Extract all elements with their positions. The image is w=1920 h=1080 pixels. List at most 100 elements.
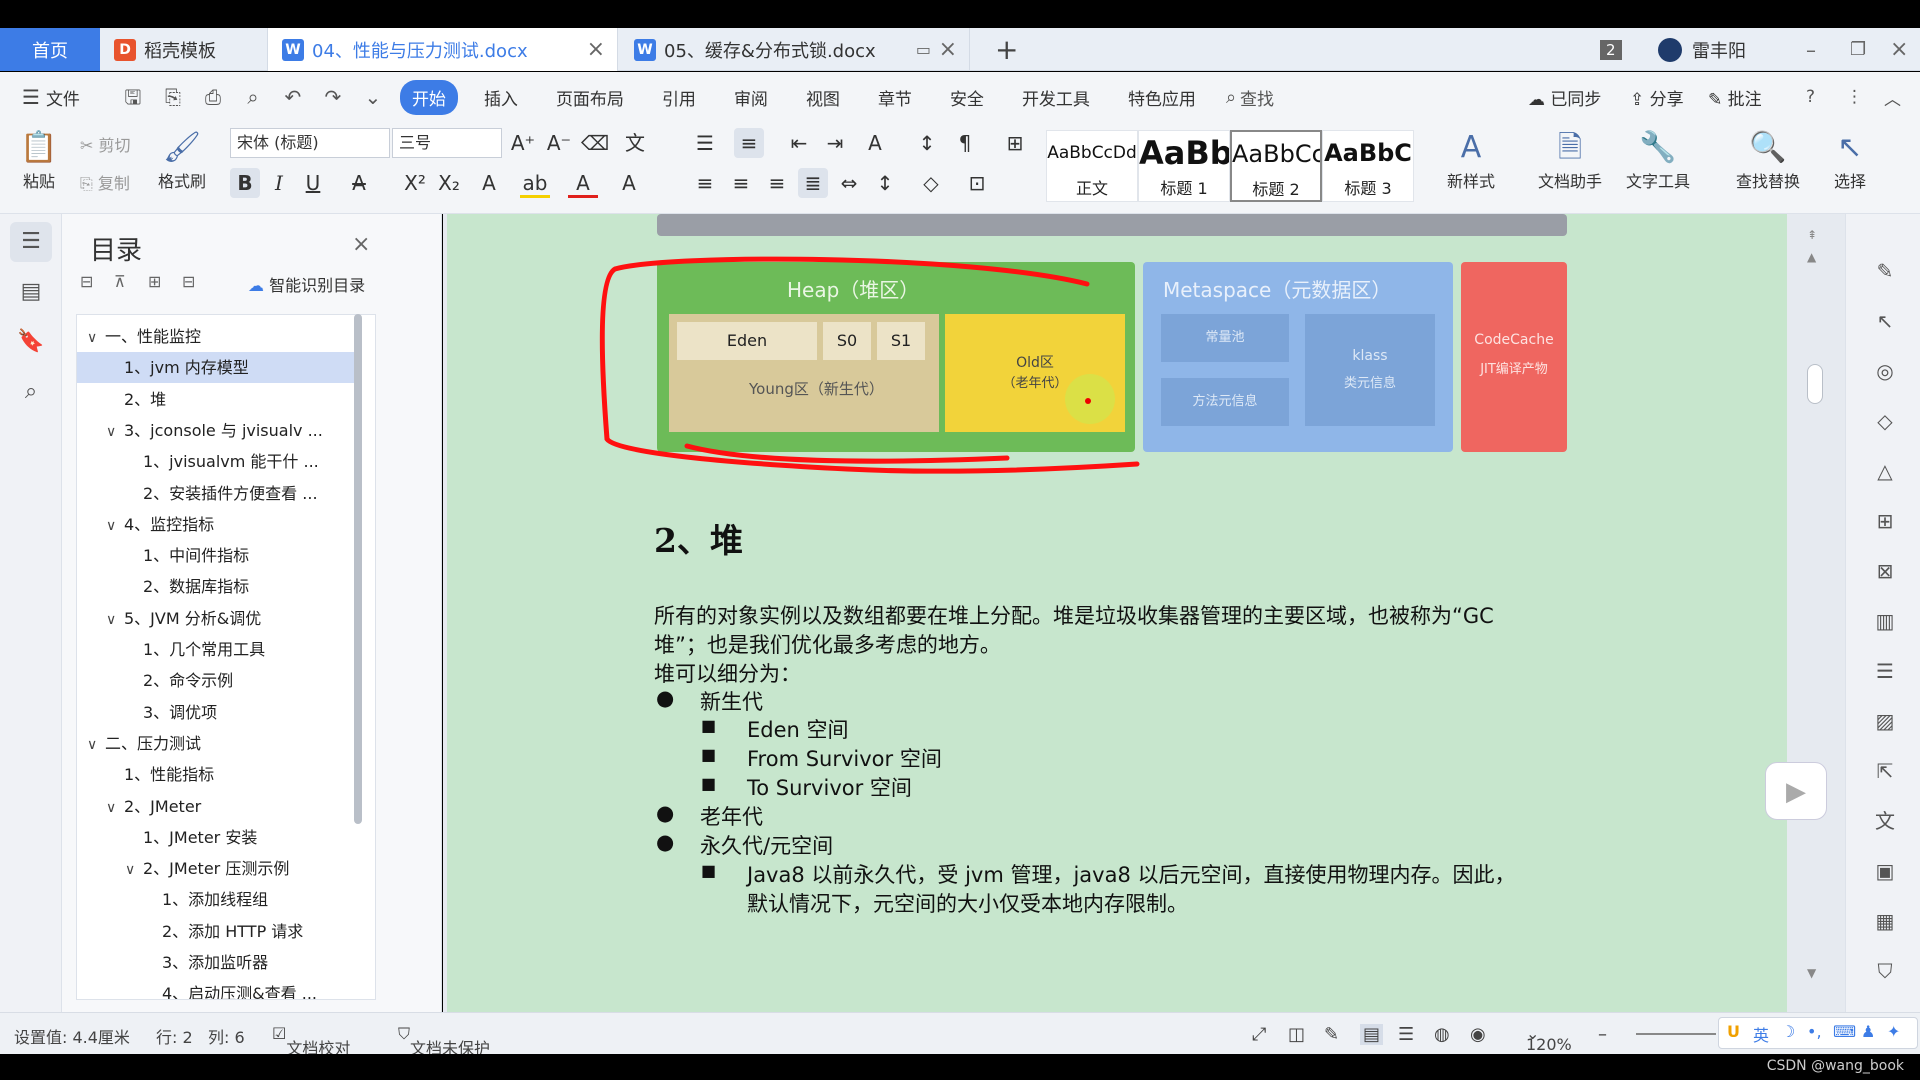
toc-item[interactable]: ∨ 一、性能监控 — [77, 321, 361, 352]
toc-item[interactable]: ∨ 5、JVM 分析&调优 — [77, 603, 361, 634]
picture-icon[interactable]: ▦ — [1868, 904, 1902, 938]
apps-icon[interactable]: ⊠ — [1868, 554, 1902, 588]
share-icon[interactable]: ⇱ — [1868, 754, 1902, 788]
decrease-indent-icon[interactable]: ⇤ — [784, 128, 814, 158]
shrink-font-icon[interactable]: A⁻ — [544, 128, 574, 158]
scroll-up-icon[interactable]: ▲ — [1807, 250, 1816, 264]
shield-icon[interactable]: ⛉ — [1868, 954, 1902, 988]
chevron-down-icon[interactable]: ∨ — [125, 855, 143, 884]
doc-assistant-button[interactable]: 🗎 文档助手 — [1530, 128, 1610, 192]
hamburger-icon[interactable]: ☰ — [22, 85, 40, 109]
font-size-select[interactable]: 三号 — [392, 128, 502, 158]
window-count-badge[interactable]: 2 — [1600, 28, 1622, 71]
outline-view-icon[interactable]: ☰ — [1398, 1024, 1414, 1045]
chevron-down-icon[interactable]: ∨ — [106, 417, 124, 446]
pen-icon[interactable]: ✎ — [1868, 254, 1902, 288]
zoom-slider[interactable] — [1636, 1033, 1716, 1035]
edit-mode-icon[interactable]: ✎ — [1324, 1024, 1339, 1045]
save-icon[interactable]: 🖫 — [120, 84, 146, 110]
monitor-icon[interactable]: ▭ — [916, 40, 931, 59]
menu-review[interactable]: 审阅 — [722, 80, 780, 115]
bookmark-icon[interactable]: 🔖 — [10, 322, 52, 362]
toc-panel-icon[interactable]: ☰ — [10, 222, 52, 262]
align-left-icon[interactable]: ≡ — [690, 168, 720, 198]
find-in-doc-icon[interactable]: ⌕ — [10, 372, 52, 412]
toc-item[interactable]: 3、调优项 — [77, 697, 361, 728]
share-button[interactable]: ⇪ 分享 — [1630, 85, 1684, 110]
underline-icon[interactable]: U — [298, 168, 328, 198]
text-tools-button[interactable]: 🔧 文字工具 — [1618, 128, 1698, 192]
clear-format-icon[interactable]: ⌫ — [580, 128, 610, 158]
menu-chapter[interactable]: 章节 — [866, 80, 924, 115]
customize-icon[interactable]: ⌄ — [360, 84, 386, 110]
toc-item[interactable]: ∨ 二、压力测试 — [77, 728, 361, 759]
expand-up-icon[interactable]: ⊼ — [114, 272, 126, 291]
font-name-select[interactable]: 宋体 (标题) — [230, 128, 390, 158]
cut-button[interactable]: ✂ 剪切 — [80, 132, 131, 156]
menu-home[interactable]: 开始 — [399, 79, 458, 115]
settings-sliders-icon[interactable]: ☰ — [1868, 654, 1902, 688]
tab-home[interactable]: 首页 — [0, 28, 100, 71]
menu-features[interactable]: 特色应用 — [1116, 80, 1208, 115]
toc-item[interactable]: 1、添加线程组 — [77, 884, 361, 915]
style-heading-2[interactable]: AaBbCc 标题 2 — [1230, 130, 1322, 202]
style-heading-3[interactable]: AaBbC 标题 3 — [1322, 130, 1414, 202]
italic-icon[interactable]: I — [264, 168, 294, 198]
increase-indent-icon[interactable]: ⇥ — [820, 128, 850, 158]
line-spacing-icon[interactable]: ↕ — [870, 168, 900, 198]
align-center-icon[interactable]: ≡ — [726, 168, 756, 198]
paste-button[interactable]: 📋 粘贴 — [14, 128, 64, 192]
chart-icon[interactable]: ▥ — [1868, 604, 1902, 638]
web-view-icon[interactable]: ◍ — [1434, 1024, 1450, 1045]
select-button[interactable]: ↖ 选择 — [1820, 128, 1880, 192]
collapse-all-icon[interactable]: ⊟ — [80, 272, 93, 291]
phonetic-icon[interactable]: 文 — [620, 128, 650, 158]
restore-icon[interactable]: ❐ — [1850, 28, 1866, 71]
remove-heading-icon[interactable]: ⊟ — [182, 272, 195, 291]
toc-item[interactable]: ∨ 4、监控指标 — [77, 509, 361, 540]
distribute-icon[interactable]: ⇔ — [834, 168, 864, 198]
chevron-down-icon[interactable]: ∨ — [106, 793, 124, 822]
chevron-down-icon[interactable]: ∨ — [106, 511, 124, 540]
menu-view[interactable]: 视图 — [794, 80, 852, 115]
toc-item[interactable]: 2、添加 HTTP 请求 — [77, 916, 361, 947]
format-painter-button[interactable]: 🖌 格式刷 — [152, 128, 212, 192]
table-icon[interactable]: ⊞ — [1868, 504, 1902, 538]
align-right-icon[interactable]: ≡ — [762, 168, 792, 198]
font-color-icon[interactable]: A — [568, 168, 598, 198]
style-heading-1[interactable]: AaBb 标题 1 — [1138, 130, 1230, 202]
close-tab-icon[interactable]: × — [939, 37, 957, 62]
menu-page-layout[interactable]: 页面布局 — [544, 80, 636, 115]
document-page[interactable]: Heap（堆区） Eden S0 S1 Young区（新生代） Old区 （老年… — [447, 214, 1787, 1012]
menu-references[interactable]: 引用 — [650, 80, 708, 115]
shapes-icon[interactable]: ◇ — [1868, 404, 1902, 438]
subscript-icon[interactable]: X₂ — [434, 168, 464, 198]
print-preview-icon[interactable]: ⌕ — [240, 84, 266, 110]
strikethrough-icon[interactable]: A — [344, 168, 374, 198]
user-profile[interactable]: 雷丰阳 — [1658, 28, 1746, 71]
page-thumbnail-icon[interactable]: ▤ — [10, 272, 52, 312]
more-icon[interactable]: ⋮ — [1846, 87, 1863, 107]
tab-doc-performance[interactable]: W 04、性能与压力测试.docx × — [268, 28, 618, 71]
toc-item[interactable]: ∨ 3、jconsole 与 jvisualv ... — [77, 415, 361, 446]
chevron-down-icon[interactable]: ∨ — [87, 730, 105, 759]
translate-icon[interactable]: 文 — [1868, 804, 1902, 838]
text-direction-icon[interactable]: A — [860, 128, 890, 158]
menu-security[interactable]: 安全 — [938, 80, 996, 115]
toc-item[interactable]: ∨ 2、JMeter 压测示例 — [77, 853, 361, 884]
minimize-icon[interactable]: – — [1806, 28, 1816, 71]
archive-icon[interactable]: ▣ — [1868, 854, 1902, 888]
add-heading-icon[interactable]: ⊞ — [148, 272, 161, 291]
menu-insert[interactable]: 插入 — [472, 80, 530, 115]
undo-icon[interactable]: ↶ — [280, 84, 306, 110]
tab-template[interactable]: D 稻壳模板 — [100, 28, 268, 71]
proofread-button[interactable]: ☑ 文档校对 — [272, 1024, 350, 1058]
video-play-widget[interactable]: ▶ — [1765, 762, 1827, 820]
text-effect-icon[interactable]: A — [474, 168, 504, 198]
toc-item[interactable]: 2、安装插件方便查看 ... — [77, 478, 361, 509]
find-replace-button[interactable]: 🔍 查找替换 — [1728, 128, 1808, 192]
toc-item[interactable]: 1、jvisualvm 能干什 ... — [77, 446, 361, 477]
zoom-out-icon[interactable]: – — [1598, 1024, 1607, 1045]
toc-item[interactable]: 1、JMeter 安装 — [77, 822, 361, 853]
toc-item[interactable]: 2、命令示例 — [77, 665, 361, 696]
